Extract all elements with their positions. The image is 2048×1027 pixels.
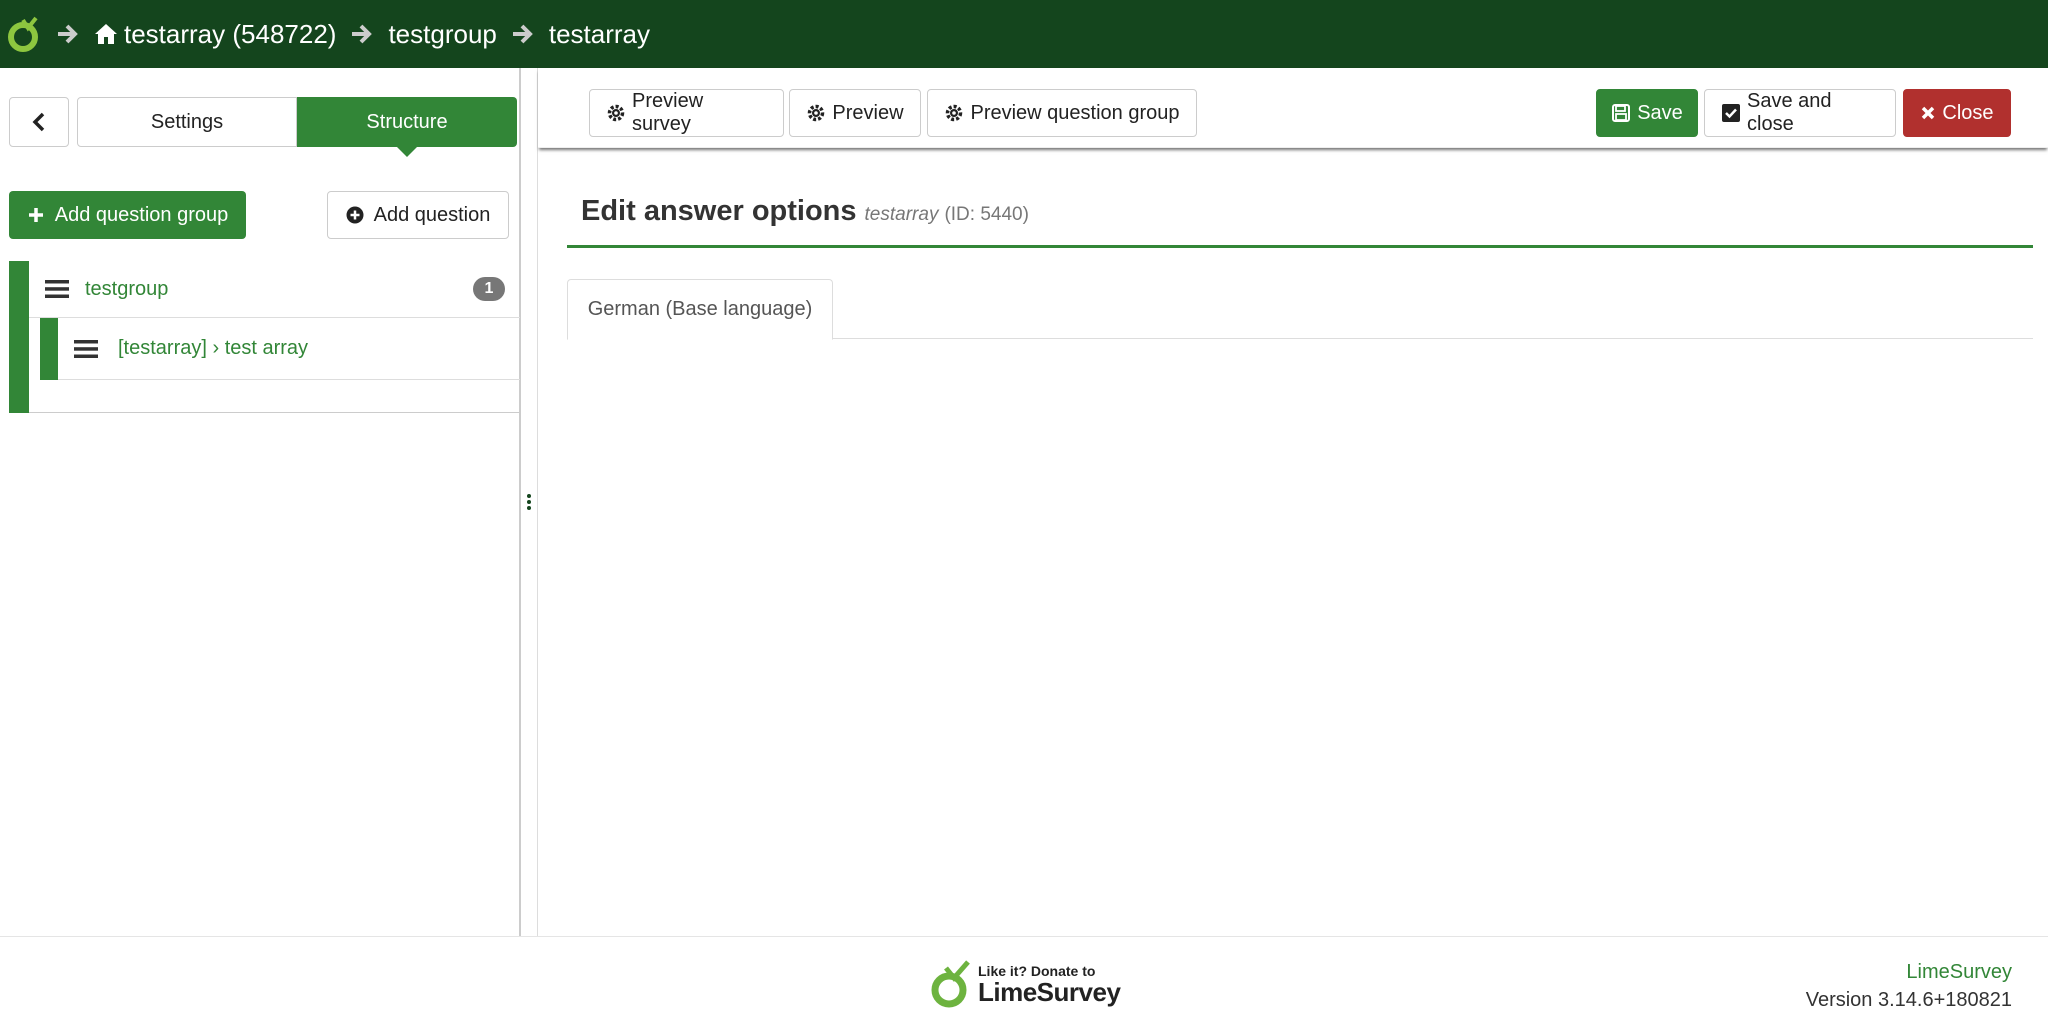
question-group-header[interactable]: testgroup 1: [29, 261, 536, 318]
preview-question-group-label: Preview question group: [970, 101, 1180, 124]
gear-icon: [606, 103, 626, 123]
language-tabs: German (Base language): [567, 279, 2033, 340]
arrow-right-icon: [348, 20, 376, 48]
footer: Like it? Donate to LimeSurvey LimeSurvey…: [0, 936, 2048, 1027]
preview-survey-label: Preview survey: [632, 90, 704, 135]
tab-structure[interactable]: Structure: [297, 97, 517, 157]
sidebar-tabs: Settings Structure: [9, 97, 517, 157]
gear-icon: [806, 103, 826, 123]
breadcrumb-group-label: testgroup: [388, 18, 497, 49]
preview-label: Preview: [832, 101, 904, 124]
tab-settings[interactable]: Settings: [77, 97, 297, 147]
gear-icon: [944, 103, 964, 123]
tab-structure-label: Structure: [366, 110, 448, 133]
question-count-badge: 1: [473, 277, 505, 301]
arrow-right-icon: [54, 20, 82, 48]
save-and-close-label: Save and close: [1747, 90, 1832, 135]
plus-circle-icon: [346, 206, 364, 224]
question-item-title[interactable]: [testarray] › test array: [118, 337, 308, 360]
add-question-label: Add question: [373, 203, 491, 226]
close-button[interactable]: Close: [1903, 89, 2011, 137]
title-divider: [567, 245, 2033, 248]
tab-language-german[interactable]: German (Base language): [567, 279, 833, 340]
sidebar-collapse-button[interactable]: [9, 97, 69, 147]
donate-link[interactable]: Like it? Donate to LimeSurvey: [928, 957, 1121, 1011]
add-question-button[interactable]: Add question: [327, 191, 509, 239]
question-group-title[interactable]: testgroup: [85, 278, 168, 301]
save-and-close-button[interactable]: Save and close: [1704, 89, 1896, 137]
group-stripe: [9, 261, 29, 413]
preview-question-group-button[interactable]: Preview question group: [927, 89, 1197, 137]
preview-survey-button[interactable]: Preview survey: [589, 89, 784, 137]
top-navbar: testarray (548722) testgroup testarray: [0, 0, 2048, 68]
drag-handle-icon[interactable]: [45, 279, 69, 299]
home-icon: [94, 22, 118, 46]
tab-language-german-label: German (Base language): [587, 298, 813, 320]
save-label: Save: [1637, 101, 1683, 124]
page-title: Edit answer options: [581, 195, 857, 227]
arrow-right-icon: [509, 20, 537, 48]
page-heading: Edit answer options testarray (ID: 5440): [581, 195, 1029, 228]
question-stripe: [40, 318, 58, 380]
limesurvey-logo-icon[interactable]: [6, 14, 42, 54]
sidebar: Settings Structure Add question group Ad…: [0, 68, 536, 936]
breadcrumb-question-label: testarray: [548, 18, 651, 49]
main-content: Preview survey Preview Preview question …: [538, 68, 2048, 936]
plus-icon: [27, 206, 45, 224]
save-button[interactable]: Save: [1596, 89, 1698, 137]
page-id: (ID: 5440): [944, 204, 1029, 225]
question-item[interactable]: [testarray] › test array: [40, 318, 520, 380]
footer-version: Version 3.14.6+180821: [1805, 989, 2012, 1011]
tab-settings-label: Settings: [150, 110, 224, 133]
breadcrumb-survey-label: testarray (548722): [124, 18, 337, 49]
donate-text: Like it? Donate to LimeSurvey: [978, 963, 1121, 1007]
close-label: Close: [1942, 101, 1994, 124]
top-toolbar: Preview survey Preview Preview question …: [538, 68, 2048, 148]
add-question-group-button[interactable]: Add question group: [9, 191, 246, 239]
checkbox-checked-icon: [1721, 103, 1741, 123]
floppy-disk-icon: [1611, 103, 1631, 123]
breadcrumb-group[interactable]: testgroup: [388, 19, 496, 50]
limesurvey-logo-icon: [928, 958, 974, 1010]
breadcrumb-survey[interactable]: testarray (548722): [94, 19, 336, 50]
donate-bottom-text: LimeSurvey: [978, 977, 1121, 1007]
question-group: testgroup 1 [testarray] › test array: [9, 261, 536, 413]
chevron-left-icon: [31, 112, 47, 132]
page-subtitle: testarray: [864, 204, 939, 225]
breadcrumb-question[interactable]: testarray: [549, 19, 650, 50]
close-icon: [1920, 105, 1936, 121]
add-question-group-label: Add question group: [54, 203, 229, 226]
preview-button[interactable]: Preview: [789, 89, 921, 137]
drag-handle-icon[interactable]: [74, 339, 98, 359]
footer-brand-link[interactable]: LimeSurvey: [1906, 961, 2012, 984]
resize-handle-icon[interactable]: [526, 494, 531, 510]
